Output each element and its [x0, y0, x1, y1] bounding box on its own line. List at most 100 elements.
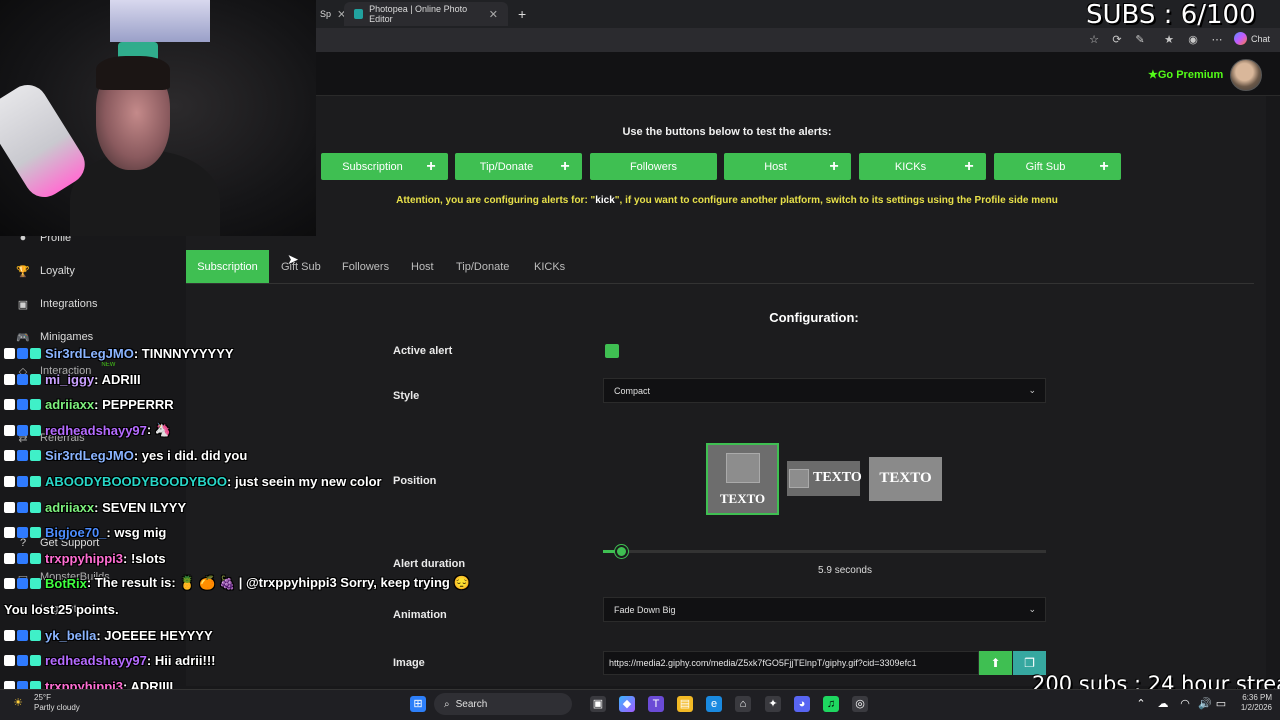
style-select[interactable]: Compact ⌄ [603, 378, 1046, 403]
subscriber-badge-icon [4, 526, 15, 538]
webcam-overlay [0, 0, 316, 236]
chat-username: Sir3rdLegJMO [45, 345, 134, 361]
chat-message: redheadshayy97 : Hii adrii!!! [4, 650, 216, 670]
chat-username: redheadshayy97 [45, 422, 147, 438]
platform-attention-notice: Attention, you are configuring alerts fo… [320, 195, 1134, 206]
chat-text: : The result is: 🍍 🍊 🍇 | @trxppyhippi3 S… [86, 575, 470, 590]
chat-badges [4, 398, 41, 410]
tray-chevron-icon[interactable]: ⌃ [1133, 696, 1149, 712]
animation-select[interactable]: Fade Down Big ⌄ [603, 597, 1046, 622]
chat-text: : JOEEEE HEYYYY [96, 627, 213, 643]
upload-image-button[interactable]: ⬆ [979, 651, 1012, 675]
sidebar-item-label: Minigames [40, 331, 94, 343]
new-tab-button[interactable]: + [508, 2, 536, 26]
windows-taskbar [0, 689, 1280, 720]
sidebar-item-loyalty[interactable]: 🏆 Loyalty [16, 262, 75, 280]
tab-divider [186, 283, 1254, 284]
browser-tab-photopea[interactable]: Photopea | Online Photo Editor ✕ [344, 2, 508, 26]
obs-icon[interactable]: ◎ [852, 696, 868, 712]
onedrive-icon[interactable]: ☁ [1155, 696, 1171, 712]
chat-text: : SEVEN ILYYY [94, 499, 187, 515]
photopea-favicon-icon [354, 9, 364, 19]
go-premium-link[interactable]: ★Go Premium [1148, 68, 1223, 81]
more-options-icon[interactable]: ⋯ [1210, 33, 1224, 47]
tab-subscription[interactable]: Subscription [186, 250, 269, 283]
chat-text: : !slots [123, 550, 166, 566]
layout-option-inline[interactable]: TEXTO [787, 461, 862, 496]
active-alert-checkbox[interactable] [605, 344, 619, 358]
favorite-star-icon[interactable]: ☆ [1087, 33, 1101, 47]
subscriber-badge-icon [30, 577, 41, 589]
tab-followers[interactable]: Followers [331, 250, 400, 283]
duration-value: 5.9 [818, 565, 832, 576]
alert-duration-slider[interactable] [603, 550, 1046, 553]
taskbar-clock[interactable]: 6:36 PM 1/2/2026 [1228, 693, 1272, 713]
copilot-icon [1234, 32, 1247, 45]
edge-browser-icon[interactable]: e [706, 696, 722, 712]
subscriber-badge-icon [30, 526, 41, 538]
chat-badges [4, 654, 41, 666]
test-tip-donate-button[interactable]: Tip/Donate + [455, 153, 582, 180]
chat-message: Bigjoe70_ : wsg mig [4, 522, 166, 542]
copilot-chat-button[interactable]: Chat [1234, 32, 1270, 45]
subscriber-badge-icon [17, 501, 28, 513]
subscriber-badge-icon [17, 654, 28, 666]
subs-counter: SUBS : 6/100 [1086, 0, 1256, 30]
spotify-icon[interactable]: ♫ [823, 696, 839, 712]
battery-icon[interactable]: ▭ [1213, 696, 1229, 712]
chat-username: adriiaxx [45, 499, 95, 515]
configuration-title: Configuration: [769, 310, 859, 325]
chat-text: : yes i did. did you [133, 447, 248, 463]
button-label: Subscription [342, 160, 403, 173]
subscriber-badge-icon [30, 373, 41, 385]
extensions-icon[interactable]: ✎ [1133, 33, 1147, 47]
chat-username: adriiaxx [45, 396, 95, 412]
favorites-icon[interactable]: ★ [1162, 33, 1176, 47]
test-followers-button[interactable]: Followers [590, 153, 717, 180]
layout-option-stacked[interactable]: TEXTO [706, 443, 779, 515]
file-explorer-icon[interactable]: ▤ [677, 696, 693, 712]
profile-icon[interactable]: ◉ [1186, 33, 1200, 47]
layout-option-overlay[interactable]: TEXTO [869, 457, 942, 501]
discord-icon[interactable]: ◕ [794, 696, 810, 712]
store-icon[interactable]: ⌂ [735, 696, 751, 712]
tab-kicks[interactable]: KICKs [523, 250, 576, 283]
chat-message: BotRix : The result is: 🍍 🍊 🍇 | @trxppyh… [4, 573, 470, 593]
subscriber-badge-icon [17, 449, 28, 461]
tab-tip-donate[interactable]: Tip/Donate [445, 250, 520, 283]
test-gift-sub-button[interactable]: Gift Sub + [994, 153, 1121, 180]
test-subscription-button[interactable]: Subscription + [321, 153, 448, 180]
chat-text: : just seein my new color [227, 473, 382, 489]
chat-text: You lost 25 points. [4, 601, 119, 617]
tab-gift-sub[interactable]: Gift Sub [270, 250, 332, 283]
clock-time: 6:36 PM [1242, 693, 1272, 702]
sidebar-item-integrations[interactable]: ▣ Integrations [16, 295, 98, 313]
copilot-taskbar-icon[interactable]: ◆ [619, 696, 635, 712]
task-view-icon[interactable]: ▣ [590, 696, 606, 712]
taskbar-search[interactable]: ⌕ Search [434, 693, 572, 715]
subscriber-badge-icon [30, 629, 41, 641]
refresh-icon[interactable]: ⟳ [1110, 33, 1124, 47]
weather-sun-icon: ☀ [13, 697, 23, 709]
volume-icon[interactable]: 🔊 [1197, 696, 1213, 712]
chat-username: trxppyhippi3 [45, 550, 124, 566]
test-kicks-button[interactable]: KICKs + [859, 153, 986, 180]
search-label: Search [455, 698, 488, 710]
close-icon[interactable]: ✕ [489, 8, 498, 21]
test-host-button[interactable]: Host + [724, 153, 851, 180]
user-avatar[interactable] [1230, 59, 1262, 91]
image-placeholder-icon [789, 469, 809, 488]
subscriber-badge-icon [4, 552, 15, 564]
windows-start-icon[interactable]: ⊞ [410, 696, 426, 712]
teams-icon[interactable]: T [648, 696, 664, 712]
wifi-icon[interactable]: ◠ [1177, 696, 1193, 712]
slider-handle[interactable] [615, 545, 628, 558]
subscriber-badge-icon [17, 347, 28, 359]
image-url-input[interactable]: https://media2.giphy.com/media/Z5xk7fGO5… [603, 651, 979, 675]
chat-message: adriiaxx : PEPPERRR [4, 394, 174, 414]
tab-host[interactable]: Host [400, 250, 445, 283]
app-icon[interactable]: ✦ [765, 696, 781, 712]
attention-suffix: ", if you want to configure another plat… [614, 195, 1058, 206]
chat-username: yk_bella [45, 627, 97, 643]
integration-icon: ▣ [17, 298, 29, 311]
